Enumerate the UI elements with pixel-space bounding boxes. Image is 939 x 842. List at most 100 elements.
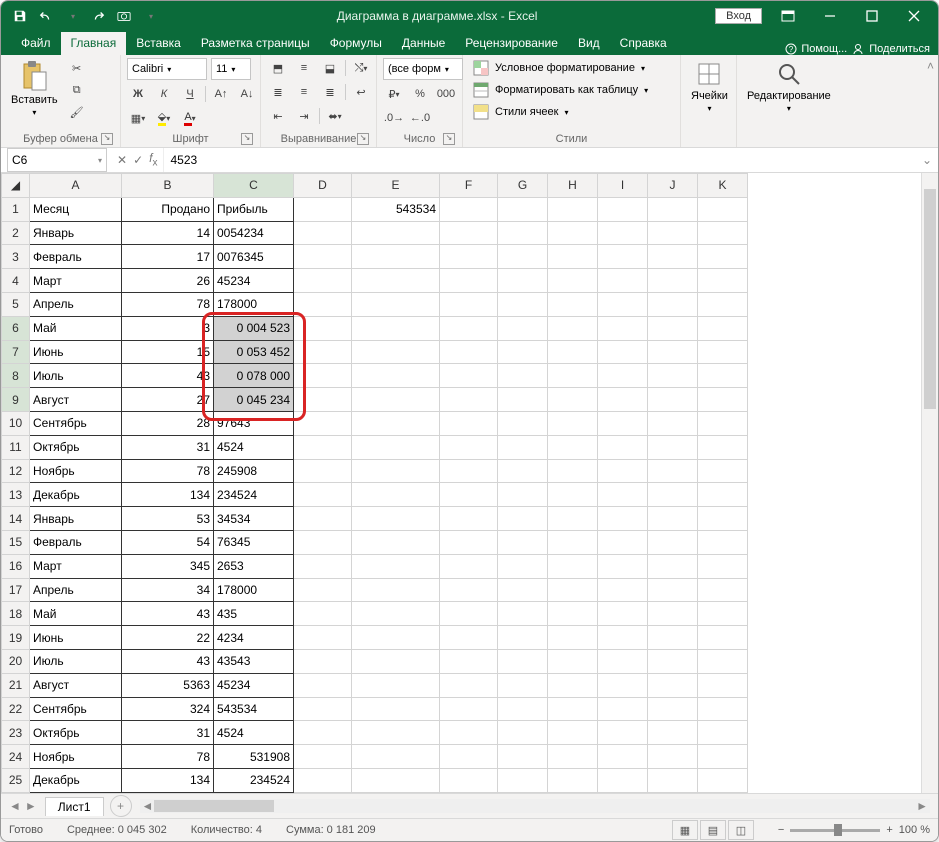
cell-G7[interactable] <box>498 340 548 364</box>
cell-C4[interactable]: 45234 <box>214 269 294 293</box>
cell-D22[interactable] <box>294 697 352 721</box>
zoom-slider[interactable] <box>790 829 880 832</box>
cell-F11[interactable] <box>440 435 498 459</box>
cell-B6[interactable]: 3 <box>122 316 214 340</box>
cell-K10[interactable] <box>698 411 748 435</box>
cell-H21[interactable] <box>548 673 598 697</box>
decrease-font-icon[interactable]: A↓ <box>236 84 258 104</box>
row-header[interactable]: 17 <box>2 578 30 602</box>
cell-G16[interactable] <box>498 554 548 578</box>
cell-K24[interactable] <box>698 745 748 769</box>
cell-G17[interactable] <box>498 578 548 602</box>
cell-H12[interactable] <box>548 459 598 483</box>
cell-A1[interactable]: Месяц <box>30 197 122 221</box>
cell-H14[interactable] <box>548 507 598 531</box>
cell-I25[interactable] <box>598 768 648 792</box>
cell-I13[interactable] <box>598 483 648 507</box>
cell-K19[interactable] <box>698 626 748 650</box>
cell-J21[interactable] <box>648 673 698 697</box>
cancel-formula-icon[interactable]: ✕ <box>117 153 127 167</box>
cell-A9[interactable]: Август <box>30 388 122 412</box>
cell-F6[interactable] <box>440 316 498 340</box>
cell-B1[interactable]: Продано <box>122 197 214 221</box>
cell-E4[interactable] <box>352 269 440 293</box>
cell-D19[interactable] <box>294 626 352 650</box>
cell-C17[interactable]: 178000 <box>214 578 294 602</box>
cell-A5[interactable]: Апрель <box>30 292 122 316</box>
cell-F25[interactable] <box>440 768 498 792</box>
formula-input[interactable]: 4523 <box>164 153 915 167</box>
undo-dropdown[interactable] <box>63 7 81 25</box>
cell-F14[interactable] <box>440 507 498 531</box>
close-button[interactable] <box>894 1 934 31</box>
col-header-F[interactable]: F <box>440 174 498 198</box>
cell-G14[interactable] <box>498 507 548 531</box>
cell-K9[interactable] <box>698 388 748 412</box>
cell-I8[interactable] <box>598 364 648 388</box>
prev-sheet-icon[interactable]: ◄ <box>9 799 21 813</box>
ribbon-tab-главная[interactable]: Главная <box>61 32 127 55</box>
cell-H5[interactable] <box>548 292 598 316</box>
row-header[interactable]: 11 <box>2 435 30 459</box>
select-all-cell[interactable]: ◢ <box>2 174 30 198</box>
cell-J22[interactable] <box>648 697 698 721</box>
cell-K12[interactable] <box>698 459 748 483</box>
confirm-formula-icon[interactable]: ✓ <box>133 153 143 167</box>
col-header-A[interactable]: A <box>30 174 122 198</box>
cell-E20[interactable] <box>352 649 440 673</box>
cell-C3[interactable]: 0076345 <box>214 245 294 269</box>
cell-I7[interactable] <box>598 340 648 364</box>
col-header-C[interactable]: C <box>214 174 294 198</box>
wrap-text-icon[interactable]: ↩ <box>350 82 372 102</box>
cell-K23[interactable] <box>698 721 748 745</box>
align-top-icon[interactable]: ⬒ <box>267 58 289 78</box>
cell-E9[interactable] <box>352 388 440 412</box>
cell-K2[interactable] <box>698 221 748 245</box>
row-header[interactable]: 21 <box>2 673 30 697</box>
cell-F3[interactable] <box>440 245 498 269</box>
cell-K18[interactable] <box>698 602 748 626</box>
sheet-tab[interactable]: Лист1 <box>45 797 104 816</box>
cell-H10[interactable] <box>548 411 598 435</box>
align-middle-icon[interactable]: ≡ <box>293 58 315 78</box>
cell-G4[interactable] <box>498 269 548 293</box>
row-header[interactable]: 9 <box>2 388 30 412</box>
cell-H22[interactable] <box>548 697 598 721</box>
cell-I3[interactable] <box>598 245 648 269</box>
align-left-icon[interactable]: ≣ <box>267 82 289 102</box>
cell-D13[interactable] <box>294 483 352 507</box>
col-header-E[interactable]: E <box>352 174 440 198</box>
cell-G24[interactable] <box>498 745 548 769</box>
cell-E15[interactable] <box>352 530 440 554</box>
cell-I1[interactable] <box>598 197 648 221</box>
cell-C13[interactable]: 234524 <box>214 483 294 507</box>
maximize-button[interactable] <box>852 1 892 31</box>
row-header[interactable]: 22 <box>2 697 30 721</box>
cell-C14[interactable]: 34534 <box>214 507 294 531</box>
font-size-combo[interactable]: 11▾ <box>211 58 251 80</box>
undo-icon[interactable] <box>37 7 55 25</box>
next-sheet-icon[interactable]: ► <box>25 799 37 813</box>
cell-F13[interactable] <box>440 483 498 507</box>
cell-F18[interactable] <box>440 602 498 626</box>
cell-G12[interactable] <box>498 459 548 483</box>
cell-A8[interactable]: Июль <box>30 364 122 388</box>
cell-A3[interactable]: Февраль <box>30 245 122 269</box>
col-header-H[interactable]: H <box>548 174 598 198</box>
cell-I21[interactable] <box>598 673 648 697</box>
row-header[interactable]: 1 <box>2 197 30 221</box>
cell-E12[interactable] <box>352 459 440 483</box>
ribbon-tab-данные[interactable]: Данные <box>392 32 455 55</box>
cell-J6[interactable] <box>648 316 698 340</box>
cell-E5[interactable] <box>352 292 440 316</box>
row-header[interactable]: 14 <box>2 507 30 531</box>
cell-K5[interactable] <box>698 292 748 316</box>
align-bottom-icon[interactable]: ⬓ <box>319 58 341 78</box>
cell-F5[interactable] <box>440 292 498 316</box>
cell-G20[interactable] <box>498 649 548 673</box>
cell-D11[interactable] <box>294 435 352 459</box>
cell-H3[interactable] <box>548 245 598 269</box>
cell-D10[interactable] <box>294 411 352 435</box>
cell-J14[interactable] <box>648 507 698 531</box>
expand-formula-icon[interactable]: ⌄ <box>916 153 938 167</box>
